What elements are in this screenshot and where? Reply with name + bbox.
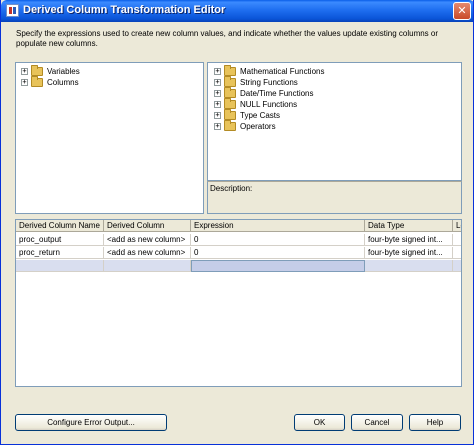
expand-icon[interactable]: + [214, 101, 221, 108]
tree-item-label: Date/Time Functions [240, 89, 314, 98]
tree-item-label: Columns [47, 78, 79, 87]
folder-icon [224, 109, 236, 120]
expand-icon[interactable]: + [21, 79, 28, 86]
folder-icon [224, 87, 236, 98]
tree-item-label: NULL Functions [240, 100, 298, 109]
title-bar[interactable]: Derived Column Transformation Editor ✕ [1, 0, 473, 22]
grid-header: Derived Column Name Derived Column Expre… [16, 220, 461, 232]
cell-derived-column[interactable]: <add as new column> [104, 247, 191, 259]
cell-derived-column[interactable]: <add as new column> [104, 234, 191, 246]
column-header-expression[interactable]: Expression [191, 220, 365, 232]
expand-icon[interactable]: + [214, 123, 221, 130]
cancel-button[interactable]: Cancel [351, 414, 403, 431]
tree-item-label: Variables [47, 67, 80, 76]
cell-data-type[interactable] [365, 260, 453, 272]
cell-derived-column-name[interactable]: proc_output [16, 234, 104, 246]
folder-icon [224, 120, 236, 131]
description-label: Description: [210, 184, 253, 193]
functions-tree[interactable]: + Mathematical Functions + String Functi… [207, 62, 462, 181]
tree-item-label: Type Casts [240, 111, 281, 120]
folder-icon [224, 98, 236, 109]
cell-data-type[interactable]: four-byte signed int... [365, 247, 453, 259]
folder-icon [31, 65, 43, 76]
derived-columns-grid[interactable]: Derived Column Name Derived Column Expre… [15, 219, 462, 387]
close-button[interactable]: ✕ [453, 2, 471, 20]
tree-item-label: Operators [240, 122, 276, 131]
column-header-derived-column[interactable]: Derived Column [104, 220, 191, 232]
cell-expression[interactable]: 0 [191, 234, 365, 246]
cell-length[interactable] [453, 260, 461, 272]
folder-icon [224, 76, 236, 87]
table-row[interactable]: proc_return <add as new column> 0 four-b… [16, 247, 461, 259]
tree-item-label: Mathematical Functions [240, 67, 325, 76]
app-icon [6, 4, 19, 17]
cell-derived-column-name[interactable]: proc_return [16, 247, 104, 259]
instructions-text: Specify the expressions used to create n… [16, 29, 439, 48]
expand-icon[interactable]: + [214, 90, 221, 97]
window-title: Derived Column Transformation Editor [23, 4, 226, 16]
table-row[interactable]: proc_output <add as new column> 0 four-b… [16, 234, 461, 246]
column-header-data-type[interactable]: Data Type [365, 220, 453, 232]
cell-derived-column[interactable] [104, 260, 191, 272]
cell-data-type[interactable]: four-byte signed int... [365, 234, 453, 246]
help-button[interactable]: Help [409, 414, 461, 431]
ok-button[interactable]: OK [294, 414, 345, 431]
derived-column-editor-window: Derived Column Transformation Editor ✕ S… [0, 0, 474, 445]
folder-icon [224, 65, 236, 76]
expand-icon[interactable]: + [214, 68, 221, 75]
tree-item-label: String Functions [240, 78, 298, 87]
folder-icon [31, 76, 43, 87]
configure-error-output-button[interactable]: Configure Error Output... [15, 414, 167, 431]
cell-expression[interactable]: 0 [191, 247, 365, 259]
expand-icon[interactable]: + [214, 79, 221, 86]
cell-derived-column-name[interactable] [16, 260, 104, 272]
column-header-length[interactable]: Le [453, 220, 461, 232]
expand-icon[interactable]: + [21, 68, 28, 75]
cell-length[interactable] [453, 234, 461, 246]
cell-expression-editor[interactable] [191, 260, 365, 272]
description-pane: Description: [207, 181, 462, 214]
variables-columns-tree[interactable]: + Variables + Columns [15, 62, 204, 214]
cell-length[interactable] [453, 247, 461, 259]
expand-icon[interactable]: + [214, 112, 221, 119]
column-header-derived-column-name[interactable]: Derived Column Name [16, 220, 104, 232]
new-row[interactable] [16, 260, 461, 272]
